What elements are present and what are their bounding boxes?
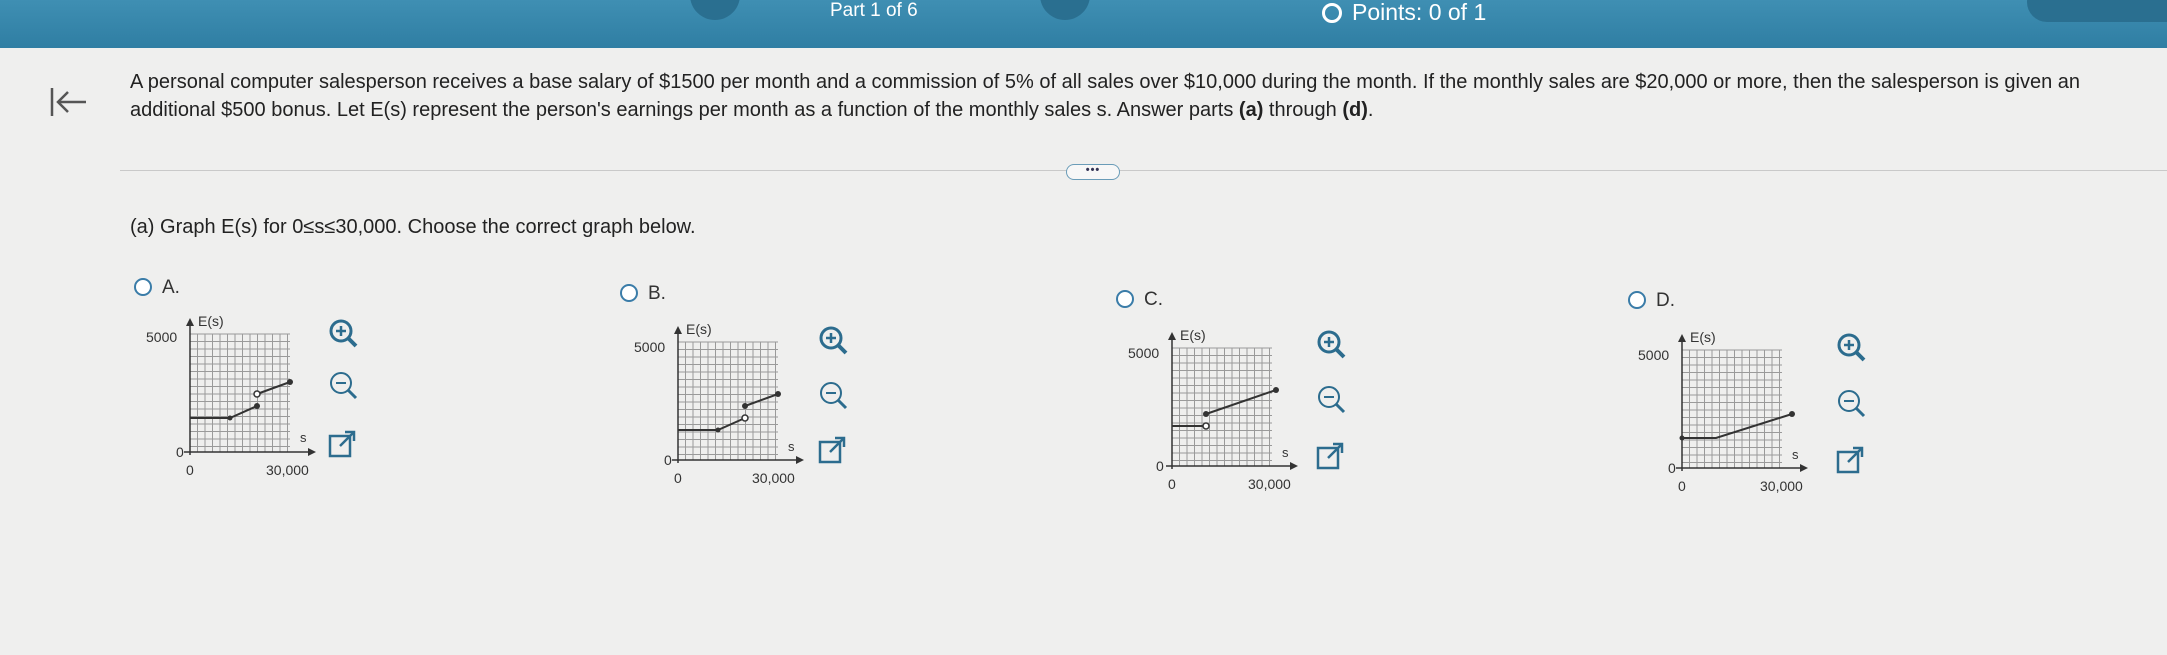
x-max-label: 30,000 [266,462,309,478]
top-header-bar: Part 1 of 6 Points: 0 of 1 [0,0,2167,48]
option-a-radio[interactable] [134,278,152,296]
x-zero-label: 0 [186,462,194,478]
collapse-back-icon[interactable] [48,84,88,120]
option-b-popout-icon[interactable] [816,434,850,468]
x-zero-label: 0 [674,470,682,486]
x-axis-label: s [300,430,307,445]
problem-text: A personal computer salesperson receives… [130,71,2081,121]
x-axis-label: s [1792,447,1799,462]
question-prefix: (a) [130,216,155,238]
problem-part-d: (d) [1342,99,1368,121]
option-c-label[interactable]: C. [1144,289,1163,311]
points-circle-icon [1322,2,1342,23]
option-a-popout-icon[interactable] [326,428,360,462]
y-max-label: 5000 [1128,345,1159,361]
y-zero-label: 0 [176,444,184,460]
graph-a-grid [189,333,290,452]
x-max-label: 30,000 [1248,476,1291,492]
x-zero-label: 0 [1168,476,1176,492]
x-zero-label: 0 [1678,478,1686,494]
x-max-label: 30,000 [1760,478,1803,494]
option-c-graph: E(s) 5000 0 0 30,000 s [1122,326,1332,506]
option-c-radio[interactable] [1116,290,1134,308]
problem-end: . [1367,99,1374,121]
option-b-radio[interactable] [620,284,638,302]
option-d-popout-icon[interactable] [1834,444,1868,478]
option-d-graph: E(s) 5000 0 0 30,000 s [1632,328,1842,508]
problem-statement: A personal computer salesperson receives… [130,68,2140,124]
option-b-label[interactable]: B. [648,283,666,305]
y-zero-label: 0 [1156,458,1164,474]
option-d-zoom-in-icon[interactable] [1834,330,1868,364]
next-part-button[interactable] [1040,0,1090,20]
option-a-graph: E(s) 5000 0 0 30,000 s [140,312,340,487]
x-axis-label: s [1282,445,1289,460]
x-max-label: 30,000 [752,470,795,486]
y-max-label: 5000 [1638,347,1669,363]
option-a-zoom-in-icon[interactable] [326,316,360,350]
option-b-zoom-out-icon[interactable] [816,378,850,412]
part-indicator: Part 1 of 6 [830,0,918,21]
more-options-button[interactable]: ••• [1066,164,1120,180]
option-d-radio[interactable] [1628,291,1646,309]
previous-part-button[interactable] [690,0,740,20]
option-a-label[interactable]: A. [162,277,180,299]
save-button[interactable] [2027,0,2167,22]
option-b-graph: E(s) 5000 0 0 30,000 s [628,320,828,500]
option-c-zoom-out-icon[interactable] [1314,382,1348,416]
y-max-label: 5000 [634,339,665,355]
problem-part-a: (a) [1238,99,1264,121]
option-c-zoom-in-icon[interactable] [1314,327,1348,361]
y-axis-label: E(s) [1690,329,1716,345]
points-indicator: Points: 0 of 1 [1322,0,1486,26]
option-d-label[interactable]: D. [1656,290,1675,312]
y-axis-label: E(s) [198,313,224,329]
option-b-zoom-in-icon[interactable] [816,323,850,357]
option-c-popout-icon[interactable] [1314,440,1348,474]
option-a-zoom-out-icon[interactable] [326,368,360,402]
option-d-zoom-out-icon[interactable] [1834,386,1868,420]
y-zero-label: 0 [1668,460,1676,476]
question-part-a: (a) Graph E(s) for 0≤s≤30,000. Choose th… [130,216,696,239]
y-max-label: 5000 [146,329,177,345]
y-axis-label: E(s) [686,321,712,337]
section-divider [120,170,2167,171]
points-text: Points: 0 of 1 [1352,0,1487,25]
x-axis-label: s [788,439,795,454]
y-zero-label: 0 [664,452,672,468]
y-axis-label: E(s) [1180,327,1206,343]
problem-through: through [1268,99,1337,121]
question-text: Graph E(s) for 0≤s≤30,000. Choose the co… [160,216,696,238]
